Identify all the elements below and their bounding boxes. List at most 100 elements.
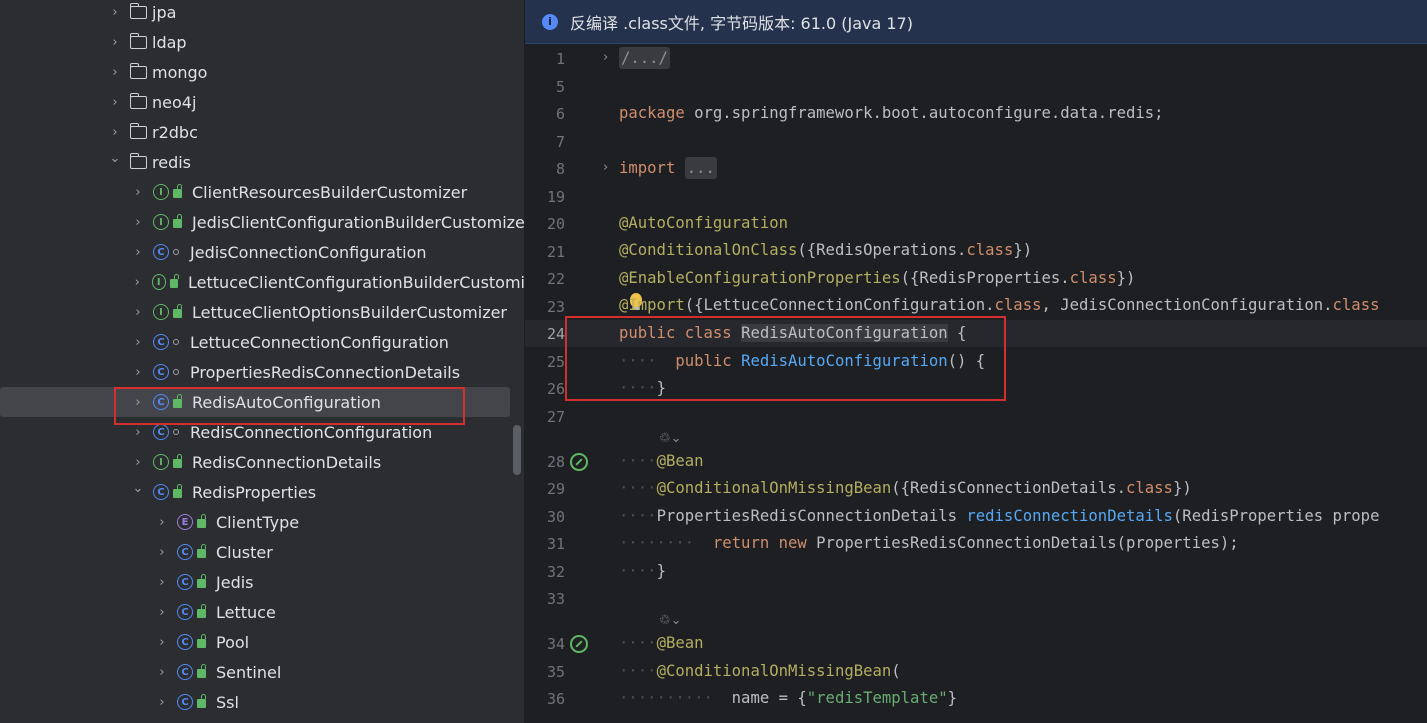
chevron-right-icon[interactable]: › [131,215,145,230]
class-icon: C [177,634,193,650]
bean-hint-icon[interactable]: ♲⌄ [659,613,682,628]
public-visibility-icon [170,274,180,288]
tree-folder-row[interactable]: ⌄ redis [0,147,524,177]
line-number: 35 [546,663,565,681]
tree-class-row[interactable]: › C Cluster [0,537,524,567]
chevron-right-icon[interactable]: › [108,125,122,140]
line-number: 30 [546,508,565,526]
chevron-down-icon[interactable]: ⌄ [131,481,145,496]
chevron-right-icon[interactable]: › [131,185,145,200]
tree-class-row[interactable]: › I LettuceClientConfigurationBuilderCusto… [0,267,524,297]
tree-folder-row[interactable]: › ldap [0,27,524,57]
tree-item-label: Cluster [216,542,273,562]
chevron-right-icon[interactable]: › [131,335,145,350]
chevron-right-icon[interactable]: › [108,95,122,110]
code-line-22: @EnableConfigurationProperties({RedisPro… [619,269,1136,287]
tree-item-label: ldap [152,32,187,52]
project-tree: › jpa › ldap › mongo › neo4j › r2dbc ⌄ redis › I Clien… [0,0,525,723]
bean-navigate-icon[interactable] [570,635,588,653]
class-icon: C [177,544,193,560]
class-icon: C [153,244,169,260]
class-icon: C [177,664,193,680]
tree-item-label: LettuceConnectionConfiguration [190,332,449,352]
code-line-29: ····@ConditionalOnMissingBean({RedisConn… [619,479,1192,497]
code-editor[interactable]: i 反编译 .class文件, 字节码版本: 61.0 (Java 17) 1 5… [525,0,1427,723]
interface-icon: I [153,214,169,230]
tree-item-label: mongo [152,62,208,82]
tree-class-row[interactable]: ⌄ C RedisProperties [0,477,524,507]
tree-item-label: Pool [216,632,250,652]
chevron-right-icon[interactable]: › [155,575,169,590]
public-visibility-icon [173,214,182,228]
chevron-right-icon[interactable]: › [131,365,145,380]
tree-item-label: RedisConnectionConfiguration [190,422,433,442]
chevron-down-icon[interactable]: ⌄ [108,151,122,166]
tree-item-label: RedisProperties [192,482,317,502]
chevron-right-icon[interactable]: › [155,635,169,650]
tree-class-row[interactable]: › C LettuceConnectionConfiguration [0,327,524,357]
interface-icon: I [151,274,166,290]
tree-folder-row[interactable]: › r2dbc [0,117,524,147]
folder-icon [129,2,147,19]
tree-class-row[interactable]: › C Lettuce [0,597,524,627]
public-visibility-icon [173,304,182,318]
folder-icon [129,152,147,169]
tree-item-label: LettuceClientOptionsBuilderCustomizer [192,302,508,322]
public-visibility-icon [197,634,206,648]
class-icon: C [153,334,169,350]
package-private-icon [173,339,179,345]
code-line-31: ········ return new PropertiesRedisConne… [619,534,1239,552]
line-number: 20 [546,215,565,233]
selected-item-highlight-box [114,387,465,425]
chevron-right-icon[interactable]: › [155,695,169,710]
public-visibility-icon [173,184,182,198]
chevron-right-icon[interactable]: › [155,515,169,530]
tree-class-row[interactable]: › I JedisClientConfigurationBuilderCustomi… [0,207,525,237]
tree-folder-row[interactable]: › mongo [0,57,524,87]
tree-folder-row[interactable]: › jpa [0,0,524,27]
public-visibility-icon [197,574,206,588]
chevron-right-icon[interactable]: › [131,275,144,290]
tree-class-row[interactable]: › C Ssl [0,687,524,717]
line-number: 33 [546,590,565,608]
code-line-20: @AutoConfiguration [619,214,788,232]
tree-folder-row[interactable]: › neo4j [0,87,524,117]
info-icon: i [542,13,558,30]
chevron-right-icon[interactable]: › [155,605,169,620]
chevron-right-icon[interactable]: › [155,545,169,560]
tree-class-row[interactable]: › C PropertiesRedisConnectionDetails [0,357,524,387]
tree-class-row[interactable]: › C Sentinel [0,657,524,687]
chevron-right-icon[interactable]: › [131,305,145,320]
line-number: 1 [555,50,565,68]
chevron-right-icon[interactable]: › [131,425,145,440]
tree-class-row[interactable]: › C Pool [0,627,524,657]
tree-class-row[interactable]: › E ClientType [0,507,524,537]
chevron-right-icon[interactable]: › [155,665,169,680]
tree-class-row[interactable]: › C JedisConnectionConfiguration [0,237,524,267]
public-visibility-icon [197,694,206,708]
line-number: 28 [546,453,565,471]
line-number: 7 [555,133,565,151]
tree-class-row[interactable]: › I LettuceClientOptionsBuilderCustomizer [0,297,524,327]
tree-item-label: neo4j [152,92,197,112]
chevron-right-icon[interactable]: › [108,35,122,50]
fold-expand-icon[interactable]: › [603,160,608,175]
tree-class-row[interactable]: › I ClientResourcesBuilderCustomizer [0,177,524,207]
tree-scrollbar[interactable] [513,425,521,475]
line-number: 23 [546,298,565,316]
bean-hint-icon[interactable]: ♲⌄ [659,431,682,446]
bean-navigate-icon[interactable] [570,453,588,471]
folder-icon [129,122,147,139]
line-number: 32 [546,563,565,581]
fold-expand-icon[interactable]: › [603,50,608,65]
chevron-right-icon[interactable]: › [108,65,122,80]
tree-item-label: Jedis [216,572,254,592]
tree-class-row[interactable]: › I RedisConnectionDetails [0,447,524,477]
chevron-right-icon[interactable]: › [131,455,145,470]
tree-item-label: JedisClientConfigurationBuilderCustomize [192,212,525,232]
tree-class-row[interactable]: › C Jedis [0,567,524,597]
line-number: 22 [546,270,565,288]
tree-item-label: Lettuce [216,602,276,622]
chevron-right-icon[interactable]: › [131,245,145,260]
chevron-right-icon[interactable]: › [108,5,122,20]
